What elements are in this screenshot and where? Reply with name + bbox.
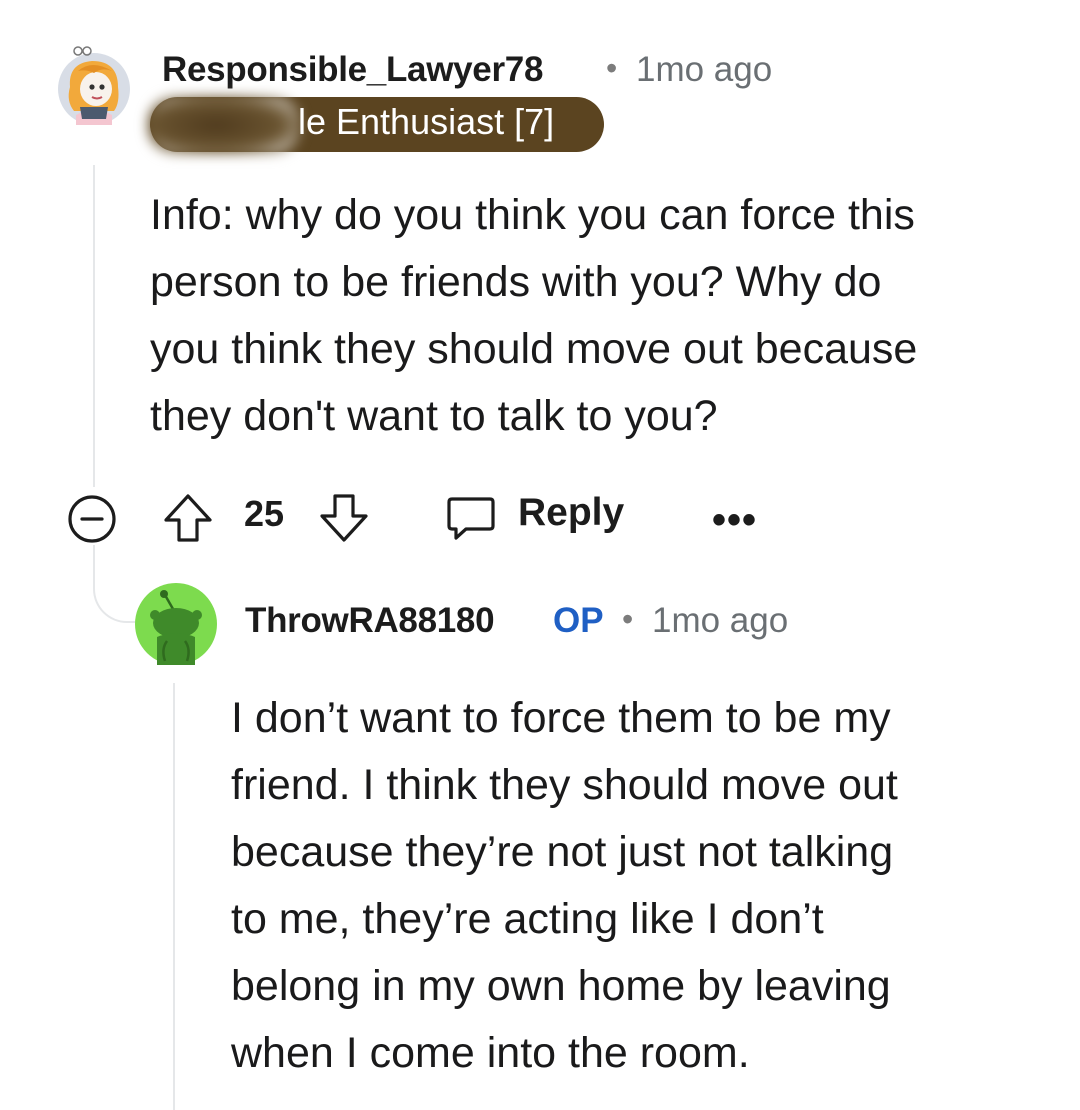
thread-line-reply[interactable] <box>173 683 175 1110</box>
comment-body-line: Info: why do you think you can force thi… <box>150 191 915 239</box>
reply-body-line: because they’re not just not talking <box>231 828 894 876</box>
vote-score: 25 <box>244 493 285 534</box>
snoo-avatar-icon[interactable] <box>135 583 217 665</box>
comment-body: Info: why do you think you can force thi… <box>150 182 1050 450</box>
reply-username[interactable]: ThrowRA88180 <box>245 601 495 641</box>
upvote-arrow-icon[interactable] <box>160 490 216 546</box>
comment-body-line: they don't want to talk to you? <box>150 392 718 440</box>
reply-timestamp: 1mo ago <box>652 601 789 640</box>
reply-body-line: I don’t want to force them to be my <box>231 694 891 742</box>
reply-body-line: friend. I think they should move out <box>231 761 898 809</box>
more-dots-icon[interactable]: ••• <box>712 498 757 543</box>
op-badge: OP <box>553 601 604 640</box>
downvote-arrow-icon[interactable] <box>316 490 372 546</box>
minus-circle-icon[interactable] <box>66 493 118 545</box>
thread-line[interactable] <box>93 165 95 487</box>
reply-body-line: belong in my own home by leaving <box>231 962 891 1010</box>
comment-body-line: person to be friends with you? Why do <box>150 258 882 306</box>
flair-redaction <box>148 96 300 154</box>
separator-dot: • <box>622 601 634 637</box>
comment-username[interactable]: Responsible_Lawyer78 <box>162 50 543 90</box>
comment-timestamp: 1mo ago <box>636 50 773 89</box>
comment-body-line: you think they should move out because <box>150 325 918 373</box>
reply-button-label[interactable]: Reply <box>518 491 624 535</box>
speech-bubble-icon[interactable] <box>444 490 498 544</box>
cartoon-avatar-icon[interactable] <box>56 45 132 127</box>
reply-body-line: when I come into the room. <box>231 1029 750 1077</box>
separator-dot: • <box>606 50 618 86</box>
reply-body-line: to me, they’re acting like I don’t <box>231 895 824 943</box>
reply-body: I don’t want to force them to be my frie… <box>231 685 1051 1087</box>
user-flair-text: le Enthusiast [7] <box>298 101 555 142</box>
thread-connector <box>93 545 139 623</box>
